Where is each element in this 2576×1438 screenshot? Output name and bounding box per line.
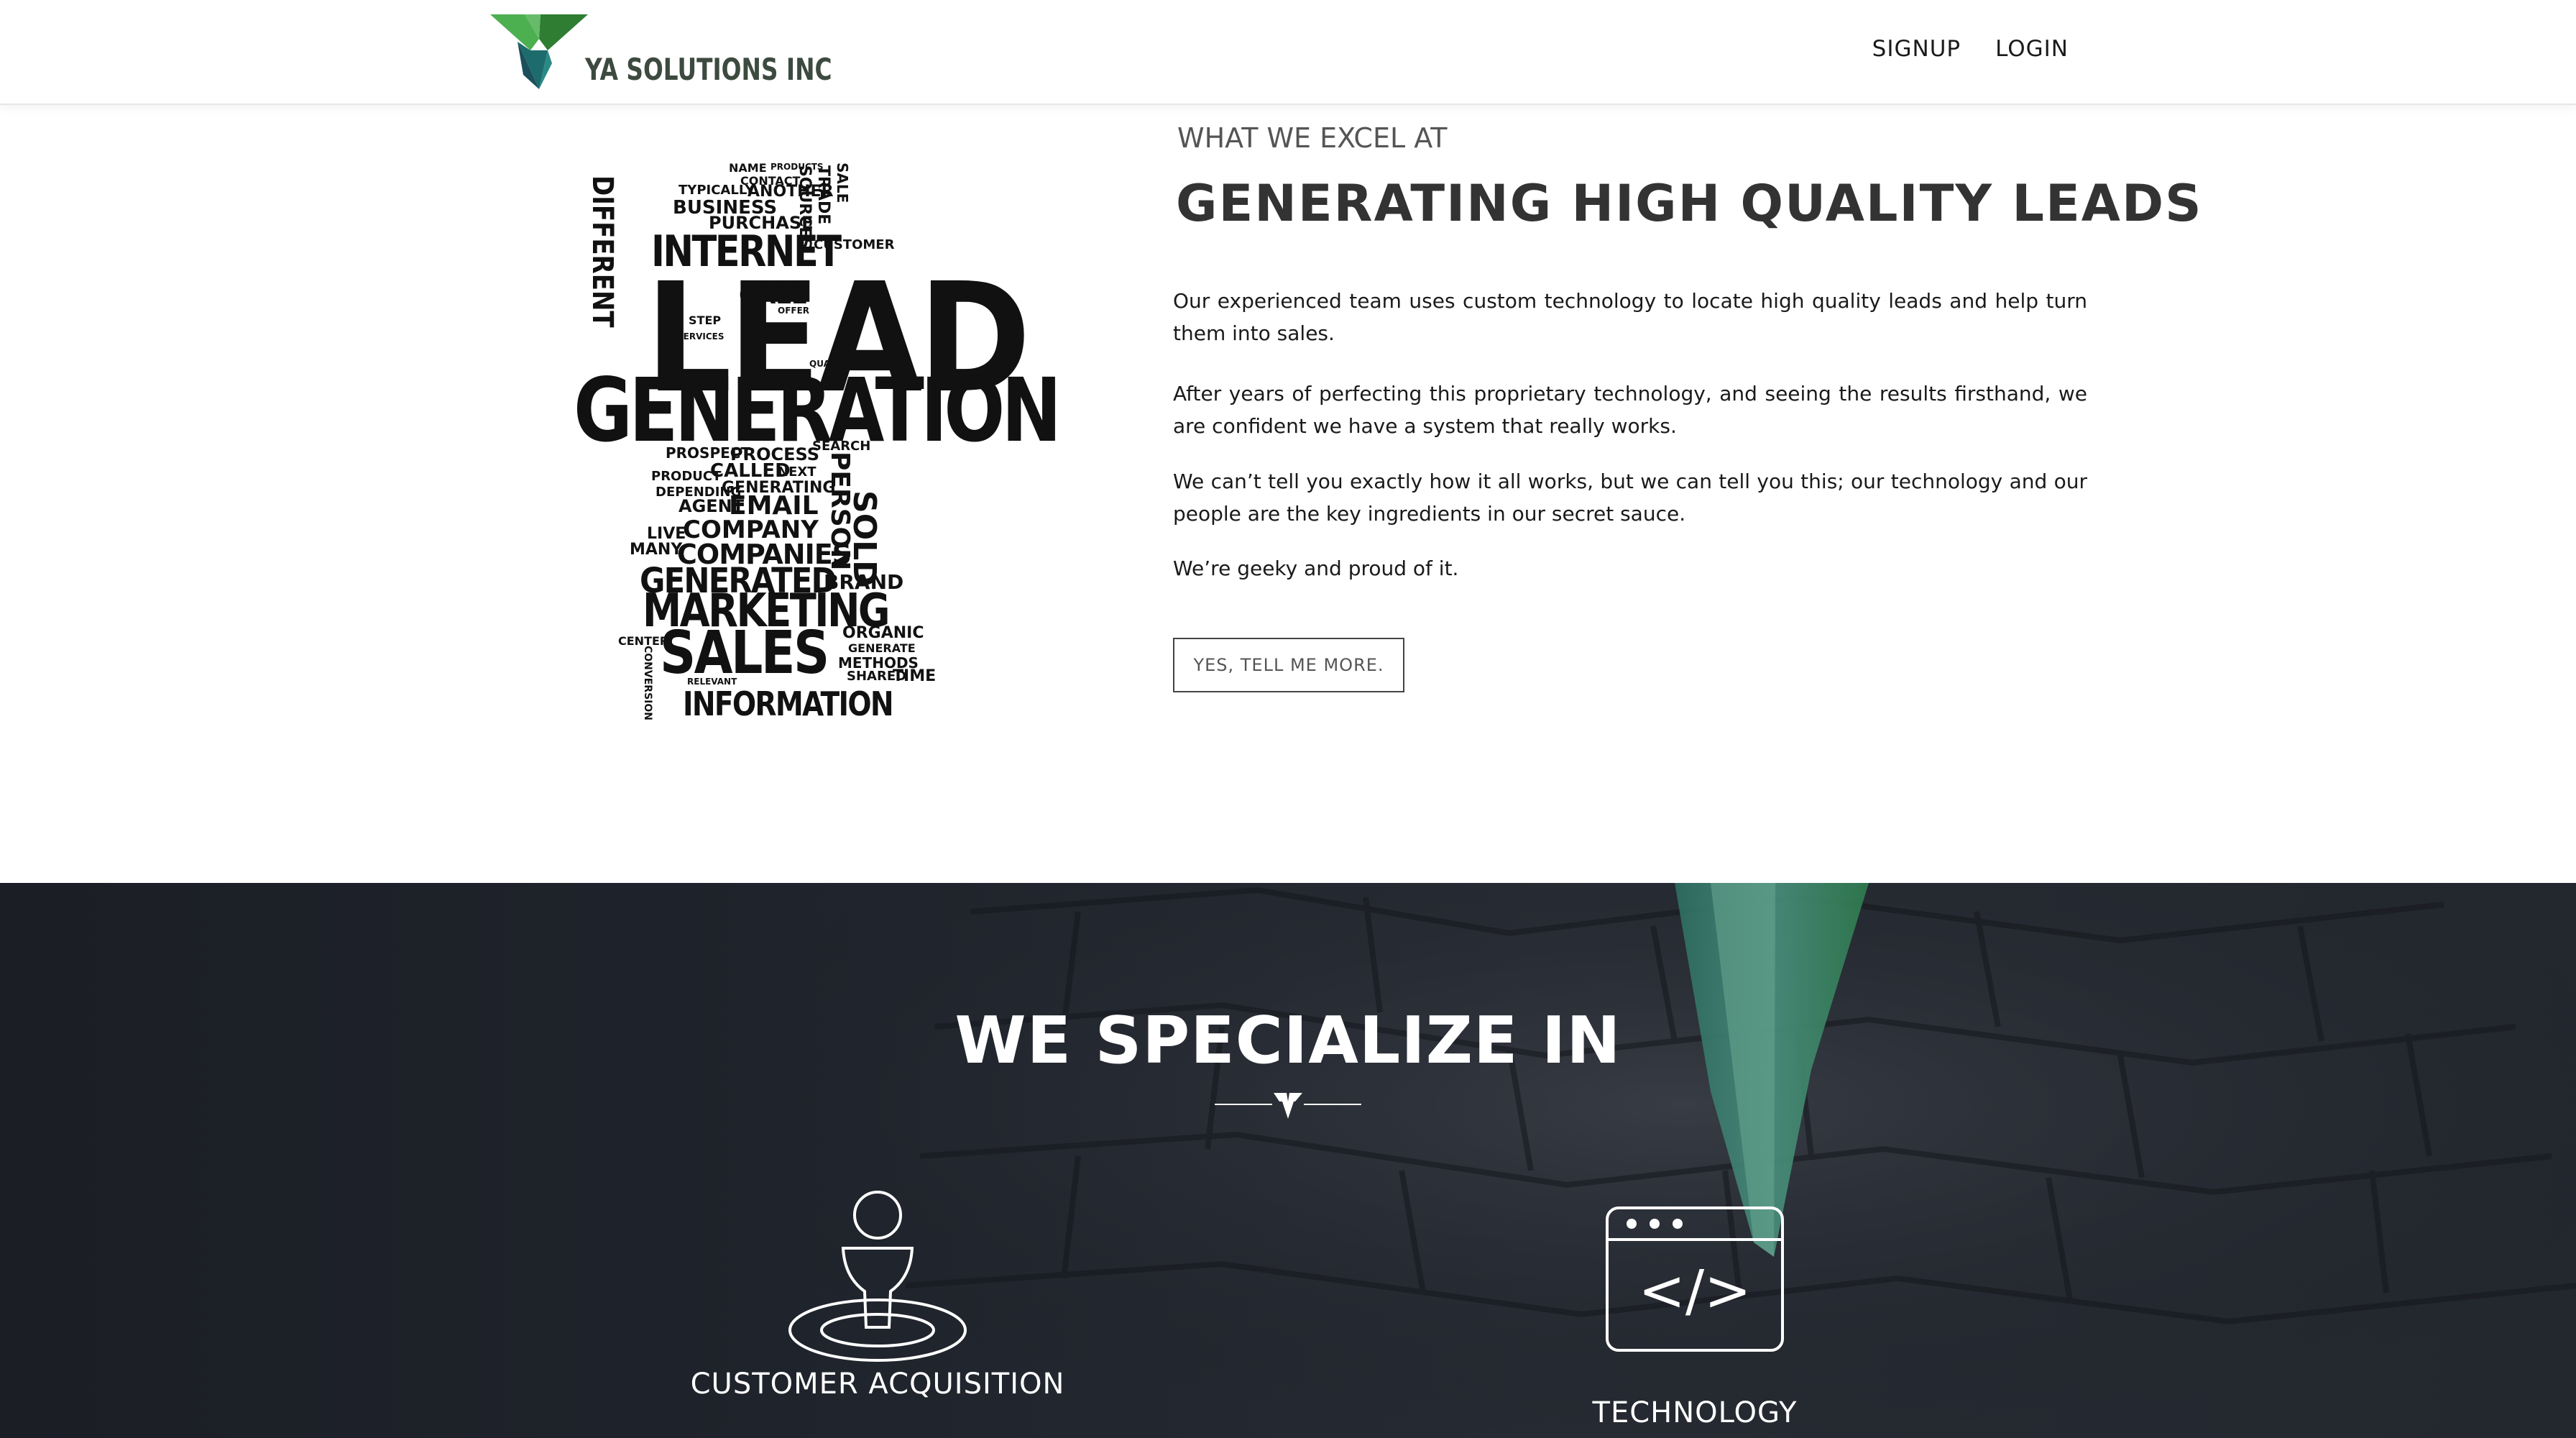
- wordcloud-word: GENERATE: [848, 641, 916, 655]
- wordcloud-word: OFFER: [778, 306, 810, 316]
- wordcloud-word: NEXT: [778, 464, 816, 480]
- wordcloud-word: SERVICES: [677, 331, 724, 342]
- specialize-title: WE SPECIALIZE IN: [954, 1003, 1622, 1078]
- service-label: TECHNOLOGY: [1592, 1396, 1798, 1429]
- wordcloud-word: ORGANIC: [842, 624, 924, 642]
- brick-wall-background: [791, 883, 2576, 1438]
- site-logo[interactable]: YA SOLUTIONS INC: [489, 13, 832, 92]
- wordcloud-word: TRADE: [814, 165, 832, 225]
- wordcloud-word: MANY: [630, 541, 683, 559]
- wordcloud-word: LIVE: [647, 525, 686, 543]
- wordcloud-word: CUSTOMER: [814, 237, 895, 252]
- intro-paragraph: Our experienced team uses custom technol…: [1173, 289, 2087, 345]
- wordcloud-word: CALL: [739, 281, 807, 310]
- wordcloud-word: DIFFERENT: [586, 175, 619, 328]
- lead-generation-wordcloud-image: LEAD GENERATION INTERNET DIFFERENT BUSIN…: [568, 157, 1062, 732]
- service-customer-acquisition[interactable]: CUSTOMER ACQUISITION: [690, 1186, 1065, 1401]
- wordcloud-word: DIRECT: [753, 322, 806, 337]
- specialize-section: [0, 883, 2576, 1438]
- nav-signup-link[interactable]: SIGNUP: [1872, 36, 1961, 62]
- wordcloud-word: DEPENDING: [656, 485, 742, 500]
- intro-paragraph: We’re geeky and proud of it.: [1173, 557, 1459, 580]
- wordcloud-word: SOURCES: [796, 165, 814, 249]
- wordcloud-word: SEARCH: [812, 439, 871, 454]
- wordcloud-word: STEP: [689, 313, 722, 327]
- ya-logo-icon: [490, 14, 588, 89]
- wordcloud-word: SALES: [660, 619, 829, 687]
- logo-text: YA SOLUTIONS INC: [585, 52, 832, 87]
- service-label: CUSTOMER ACQUISITION: [690, 1368, 1065, 1401]
- main-nav: SIGNUP LOGIN: [1872, 36, 2069, 62]
- wordcloud-word: SHARED: [847, 669, 907, 684]
- wordcloud-word: CONTACT: [740, 174, 801, 188]
- wordcloud-word: PRODUCT: [651, 469, 722, 484]
- code-window-icon: </>: [1606, 1206, 1784, 1352]
- wordcloud-word: RELEVANT: [687, 677, 737, 687]
- section-headline: GENERATING HIGH QUALITY LEADS: [1176, 174, 2203, 233]
- title-divider-logo-icon: [1215, 1093, 1361, 1119]
- wordcloud-word: INFORMATION: [683, 684, 894, 723]
- svg-text:</>: </>: [1639, 1259, 1752, 1324]
- wordcloud-word: NAME: [729, 161, 767, 175]
- person-target-icon: [788, 1191, 967, 1362]
- intro-paragraph: After years of perfecting this proprieta…: [1173, 382, 2087, 438]
- intro-paragraph: We can’t tell you exactly how it all wor…: [1173, 470, 2087, 526]
- wordcloud-word: CONVERSION: [642, 646, 653, 720]
- wordcloud-word: SOLD: [846, 490, 883, 587]
- site-header: YA SOLUTIONS INC SIGNUP LOGIN: [0, 0, 2576, 105]
- tell-me-more-button[interactable]: YES, TELL ME MORE.: [1173, 638, 1404, 692]
- service-technology[interactable]: </> TECHNOLOGY: [1515, 1205, 1874, 1429]
- wordcloud-word: QUALIFIED: [809, 359, 861, 369]
- wordcloud-word: SALE: [834, 162, 851, 203]
- nav-login-link[interactable]: LOGIN: [1995, 36, 2069, 62]
- section-eyebrow: WHAT WE EXCEL AT: [1177, 122, 1448, 154]
- wordcloud-word: PRODUCTS: [770, 162, 824, 172]
